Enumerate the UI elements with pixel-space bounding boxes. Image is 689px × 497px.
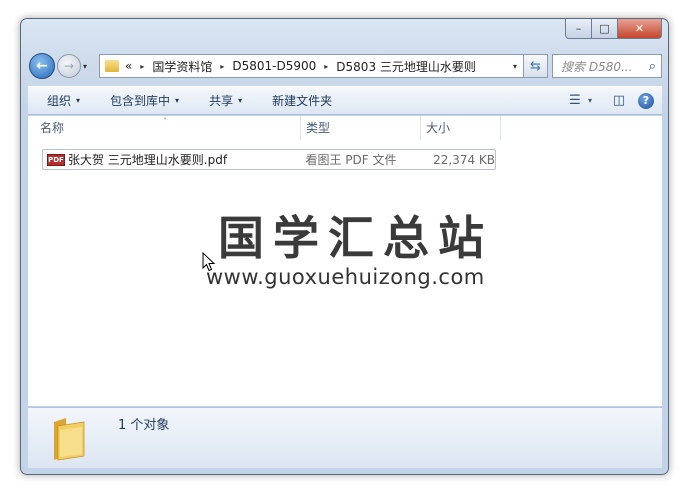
organize-label: 组织 [47, 94, 72, 108]
breadcrumb-item[interactable]: ▸ [132, 62, 152, 71]
help-icon[interactable]: ? [638, 92, 654, 109]
column-header-type[interactable]: 类型 [301, 116, 421, 140]
file-name: 张大贺 三元地理山水要则.pdf [67, 153, 228, 167]
file-list[interactable]: 名称 ˄ 类型 大小 PDF 张大贺 三元地理山水要则.pdf 看图王 PDF … [28, 116, 662, 406]
new-folder-button[interactable]: 新建文件夹 [242, 92, 332, 109]
column-type-label: 类型 [306, 121, 331, 135]
details-pane: 1 个对象 [28, 407, 662, 468]
column-name-label: 名称 [40, 121, 65, 135]
forward-arrow-icon: → [63, 59, 75, 73]
search-placeholder: 搜索 D580... [561, 59, 633, 74]
command-bar: 组织 ▾ 包含到库中 ▾ 共享 ▾ 新建文件夹 ☰ ▾ ◫ ? [28, 86, 662, 115]
breadcrumb-item[interactable]: ▸ [212, 62, 232, 71]
include-in-library-label: 包含到库中 [110, 94, 171, 108]
refresh-icon: ⇆ [530, 58, 541, 74]
breadcrumb-item-guoxue[interactable]: 国学资料馆 [152, 58, 212, 75]
breadcrumb-item-current[interactable]: D5803 三元地理山水要则 [336, 58, 476, 75]
explorer-window: – □ ✕ ← → ▾ « ▸ 国学资料馆 ▸ D5801-D5900 ▸ D5… [20, 18, 669, 475]
share-menu[interactable]: 共享 ▾ [179, 92, 242, 109]
new-folder-label: 新建文件夹 [272, 94, 333, 108]
views-icon: ☰ [569, 93, 581, 108]
address-bar[interactable]: « ▸ 国学资料馆 ▸ D5801-D5900 ▸ D5803 三元地理山水要则… [99, 54, 524, 78]
breadcrumb-item[interactable]: ▸ [316, 62, 336, 71]
breadcrumb-overflow[interactable]: « [125, 59, 132, 73]
file-type: 看图王 PDF 文件 [305, 153, 397, 167]
breadcrumb-separator-icon: ▸ [220, 61, 225, 71]
include-in-library-menu[interactable]: 包含到库中 ▾ [80, 92, 179, 109]
file-row[interactable]: PDF 张大贺 三元地理山水要则.pdf 看图王 PDF 文件 22,374 K… [42, 149, 496, 170]
watermark-title: 国学汇总站 [218, 211, 493, 265]
maximize-button[interactable]: □ [592, 19, 618, 39]
caption-buttons: – □ ✕ [565, 19, 662, 39]
forward-button[interactable]: → [57, 54, 81, 78]
file-size: 22,374 KB [433, 152, 495, 167]
view-controls: ☰ ▾ ◫ ? [562, 90, 662, 112]
back-arrow-icon: ← [36, 58, 48, 74]
address-dropdown-button[interactable]: ▾ [507, 62, 523, 71]
column-header-name[interactable]: 名称 ˄ [28, 116, 301, 140]
watermark-url: www.guoxuehuizong.com [206, 265, 485, 289]
search-box[interactable]: 搜索 D580... ⌕ [552, 54, 662, 78]
item-count: 1 个对象 [118, 418, 170, 433]
organize-menu[interactable]: 组织 ▾ [28, 92, 80, 109]
search-icon[interactable]: ⌕ [649, 59, 656, 74]
pdf-file-icon: PDF [47, 153, 65, 166]
back-button[interactable]: ← [29, 53, 55, 79]
column-header-size[interactable]: 大小 [421, 116, 501, 140]
close-button[interactable]: ✕ [618, 19, 662, 39]
breadcrumb-item-range[interactable]: D5801-D5900 [232, 59, 316, 73]
recent-pages-dropdown[interactable]: ▾ [83, 62, 95, 71]
mouse-cursor-icon [202, 252, 216, 272]
preview-pane-icon: ◫ [612, 93, 626, 108]
refresh-button[interactable]: ⇆ [524, 54, 548, 78]
folder-icon [105, 60, 119, 72]
column-size-label: 大小 [426, 121, 451, 135]
breadcrumb-separator-icon: ▸ [140, 61, 145, 71]
navigation-bar: ← → ▾ « ▸ 国学资料馆 ▸ D5801-D5900 ▸ D5803 三元… [29, 51, 662, 81]
preview-pane-button[interactable]: ◫ [606, 90, 632, 112]
column-headers: 名称 ˄ 类型 大小 [28, 116, 662, 140]
breadcrumb-separator-icon: ▸ [324, 61, 329, 71]
folder-icon [54, 418, 85, 461]
change-view-button[interactable]: ☰ [562, 90, 588, 112]
views-dropdown-icon[interactable]: ▾ [588, 96, 592, 105]
share-label: 共享 [209, 94, 234, 108]
sort-arrow-icon: ˄ [163, 117, 167, 126]
minimize-button[interactable]: – [565, 19, 592, 39]
